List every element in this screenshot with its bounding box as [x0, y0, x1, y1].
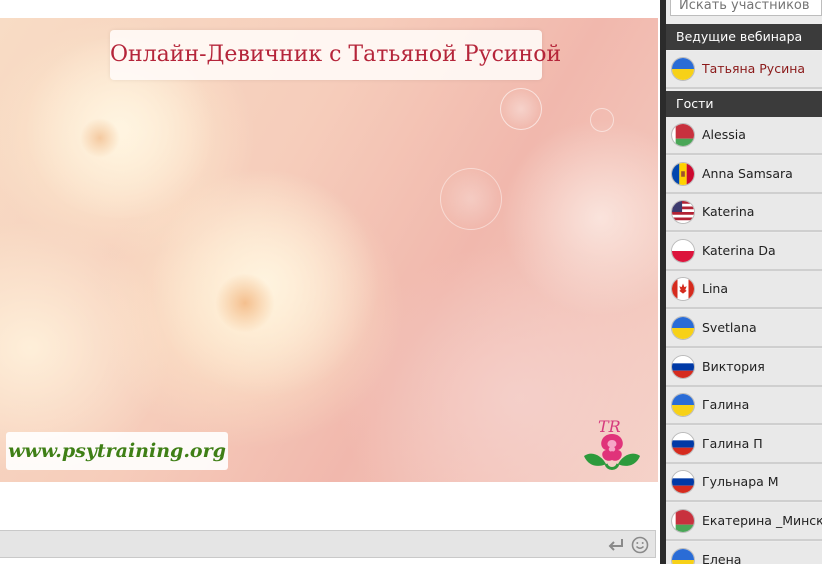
participant-row[interactable]: Katerina: [666, 194, 822, 233]
participant-row[interactable]: Виктория: [666, 348, 822, 387]
participant-row[interactable]: Katerina Da: [666, 232, 822, 271]
hosts-header: Ведущие вебинара: [666, 24, 822, 50]
participant-name: Галина: [702, 397, 750, 413]
flag-ca-icon: [671, 277, 695, 302]
svg-text:TR: TR: [598, 417, 621, 436]
participant-name: Katerina Da: [702, 242, 776, 258]
participant-name: Svetlana: [702, 320, 757, 335]
participant-name: Alessia: [702, 127, 746, 142]
participant-name: Галина П: [702, 435, 763, 451]
chat-input-bar: [0, 530, 656, 559]
participant-row[interactable]: Галина П: [666, 425, 822, 464]
participant-name: Anna Samsara: [702, 165, 793, 181]
flag-by-icon: [671, 509, 695, 533]
search-participants-input[interactable]: [670, 0, 822, 16]
participant-name: Lina: [702, 281, 729, 297]
host-row[interactable]: Татьяна Русина: [666, 51, 822, 89]
smile-icon[interactable]: [631, 536, 649, 554]
banner-title: Онлайн-Девичник с Татьяной Русиной: [110, 30, 561, 80]
flag-ua-icon: [671, 57, 695, 81]
participant-row[interactable]: Екатерина _Минск: [666, 503, 822, 541]
flag-ua-icon: [671, 547, 695, 564]
flag-ru-icon: [671, 431, 695, 456]
participant-row[interactable]: Елена: [666, 541, 822, 564]
participant-name: Katerina: [702, 204, 755, 220]
guests-header: Гости: [666, 91, 822, 117]
flag-ru-icon: [671, 470, 695, 495]
enter-icon[interactable]: [607, 537, 625, 553]
participants-panel: Ведущие вебинара Татьяна Русина Гости Al…: [666, 0, 822, 564]
participant-row[interactable]: Гульнара М: [666, 464, 822, 503]
participant-row[interactable]: Lina: [666, 271, 822, 310]
participant-row[interactable]: Галина: [666, 387, 822, 426]
participant-row[interactable]: Alessia: [666, 117, 822, 155]
tr-rose-logo: TR: [584, 417, 640, 470]
chat-input[interactable]: [0, 531, 604, 559]
participant-name: Гульнара М: [702, 474, 779, 490]
flag-md-icon: [671, 161, 695, 186]
flag-ru-icon: [671, 354, 695, 379]
participant-name: Виктория: [702, 358, 765, 374]
participant-name: Елена: [702, 551, 742, 564]
webinar-stage: Онлайн-Девичник с Татьяной Русиной www.p…: [0, 0, 660, 564]
flag-by-icon: [671, 123, 695, 147]
flag-ua-icon: [671, 316, 695, 340]
flag-us-icon: [671, 200, 695, 225]
webinar-banner: Онлайн-Девичник с Татьяной Русиной www.p…: [0, 18, 658, 482]
participant-row[interactable]: Svetlana: [666, 310, 822, 348]
flag-ua-icon: [671, 393, 695, 418]
participant-name: Екатерина _Минск: [702, 513, 822, 528]
participant-name: Татьяна Русина: [702, 61, 806, 76]
flag-pl-icon: [671, 238, 695, 263]
website-label: www.psytraining.org: [6, 432, 228, 470]
participant-row[interactable]: Anna Samsara: [666, 155, 822, 194]
